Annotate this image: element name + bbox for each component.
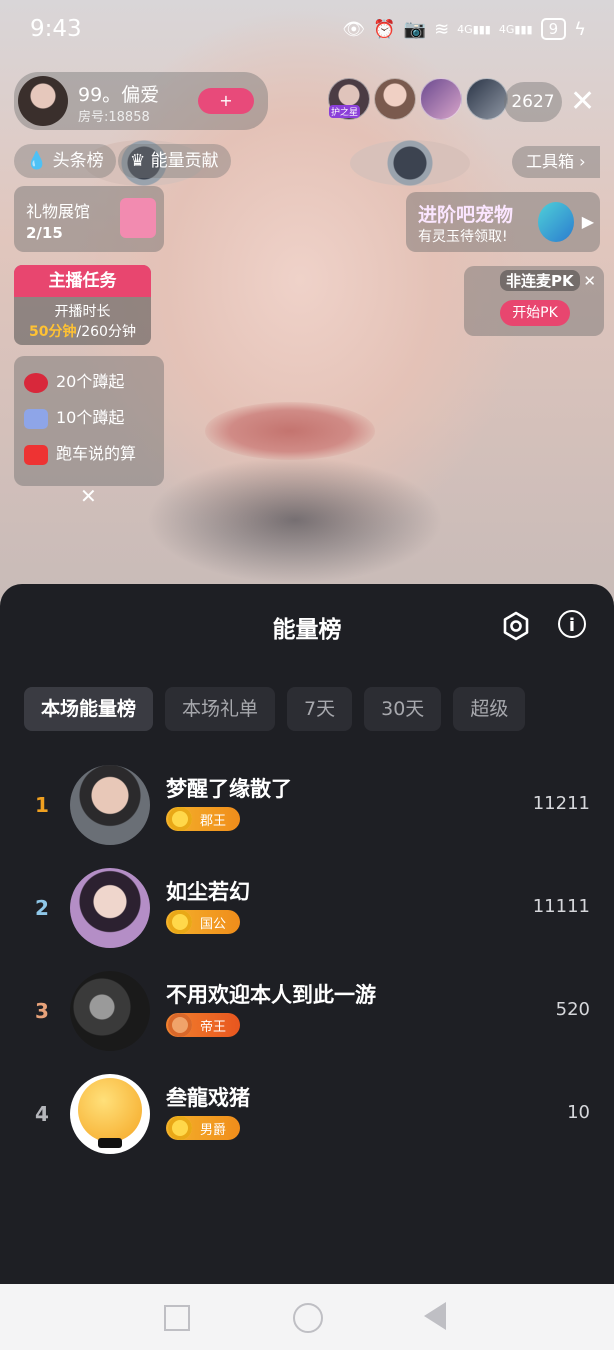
pet-promo-title: 进阶吧宠物 [418, 204, 514, 226]
rank-row[interactable]: 4 叁龍戏猪 男爵 10 [0, 1074, 614, 1164]
rank-number: 4 [35, 1102, 49, 1126]
anchor-task-card[interactable]: 主播任务 开播时长 50分钟/260分钟 [14, 265, 151, 345]
viewer-badge: 护之星 [329, 105, 361, 118]
sports-car-icon [24, 444, 48, 465]
system-nav-bar [0, 1284, 614, 1350]
signal-icon: 4G▮▮▮ [498, 22, 533, 36]
back-icon[interactable] [424, 1302, 446, 1330]
toolbox-button[interactable]: 工具箱 › [512, 146, 600, 178]
pet-promo-banner[interactable]: 进阶吧宠物 有灵玉待领取! ▶ [406, 192, 600, 252]
video-face-eye [350, 140, 470, 186]
rose-icon [24, 372, 48, 393]
energy-score: 11211 [532, 793, 590, 814]
coin-icon [168, 1116, 192, 1140]
charging-icon: ϟ [574, 18, 586, 40]
rank-badge: 郡王 [166, 807, 240, 831]
settings-hex-icon[interactable] [500, 610, 532, 642]
rank-row[interactable]: 2 如尘若幻 国公 11111 [0, 868, 614, 958]
energy-contribution-tag[interactable]: ♛ 能量贡献 [118, 144, 231, 178]
host-avatar[interactable] [18, 76, 68, 126]
gift-goal-item[interactable]: 10个蹲起 [24, 404, 124, 429]
gift-hall-card[interactable]: 礼物展馆 2/15 [14, 186, 164, 252]
bowtie-icon [98, 1138, 122, 1148]
user-name: 如尘若幻 [166, 880, 250, 904]
user-avatar[interactable] [70, 971, 150, 1051]
anchor-task-line: 开播时长 [54, 304, 111, 320]
rank-number: 2 [35, 896, 49, 920]
pet-promo-subtitle: 有灵玉待领取! [418, 229, 508, 245]
status-icons: 👁 ⏰ 📷 ≋ 4G▮▮▮ 4G▮▮▮ 9 ϟ [342, 18, 586, 40]
gift-goal-item[interactable]: 20个蹲起 [24, 368, 124, 393]
tab-30-days[interactable]: 30天 [364, 687, 442, 731]
tab-current-energy[interactable]: 本场能量榜 [24, 687, 154, 731]
rank-row[interactable]: 1 梦醒了缘散了 郡王 11211 [0, 765, 614, 855]
viewer-avatar[interactable]: 护之星 [328, 78, 370, 120]
pet-icon [538, 202, 574, 242]
tab-current-gifts[interactable]: 本场礼单 [165, 687, 276, 731]
user-avatar[interactable] [70, 1074, 150, 1154]
energy-score: 520 [555, 999, 590, 1020]
viewer-avatar[interactable] [420, 78, 462, 120]
anchor-task-progress: 50分钟/260分钟 [29, 324, 136, 340]
alarm-icon: ⏰ [373, 18, 396, 40]
user-avatar[interactable] [70, 868, 150, 948]
ranking-tabs: 本场能量榜 本场礼单 7天 30天 超级 [24, 687, 526, 731]
tab-super[interactable]: 超级 [453, 687, 526, 731]
close-gift-goals-icon[interactable]: ✕ [80, 484, 97, 508]
energy-score: 11111 [532, 896, 590, 917]
video-face-lips [205, 402, 375, 460]
start-pk-button[interactable]: 开始PK [500, 300, 570, 326]
eye-icon: 👁 [342, 18, 366, 40]
headline-rank-tag[interactable]: 💧 头条榜 [14, 144, 116, 178]
home-icon[interactable] [293, 1303, 323, 1333]
user-name: 叁龍戏猪 [166, 1086, 250, 1110]
emoji-face-icon [78, 1078, 142, 1142]
status-bar: 9:43 👁 ⏰ 📷 ≋ 4G▮▮▮ 4G▮▮▮ 9 ϟ [0, 0, 614, 62]
headline-rank-label: 头条榜 [52, 151, 104, 171]
tab-7-days[interactable]: 7天 [287, 687, 353, 731]
host-info-card[interactable]: 99。偏爱 房号:18858 + [14, 72, 268, 130]
crystal-shoe-icon [24, 408, 48, 429]
energy-ranking-sheet: 能量榜 i 本场能量榜 本场礼单 7天 30天 超级 1 梦醒了缘散了 郡王 1… [0, 584, 614, 1284]
camera-icon: 📷 [403, 18, 427, 40]
pk-title: 非连麦PK [500, 270, 580, 291]
viewer-avatars[interactable]: 护之星 [328, 78, 508, 120]
viewer-avatar[interactable] [466, 78, 508, 120]
viewer-count[interactable]: 2627 [504, 82, 562, 122]
play-arrow-icon: ▶ [581, 212, 594, 231]
room-id: 房号:18858 [78, 110, 150, 125]
wifi-icon: ≋ [434, 18, 450, 40]
rank-row[interactable]: 3 不用欢迎本人到此一游 帝王 520 [0, 971, 614, 1061]
rank-number: 1 [35, 793, 49, 817]
rank-badge: 帝王 [166, 1013, 240, 1037]
close-icon[interactable]: ✕ [570, 82, 595, 122]
close-pk-icon[interactable]: ✕ [583, 272, 596, 290]
energy-score: 10 [567, 1102, 590, 1123]
rank-number: 3 [35, 999, 49, 1023]
gift-box-icon [120, 198, 156, 238]
gift-hall-progress: 2/15 [26, 224, 63, 242]
user-name: 梦醒了缘散了 [166, 777, 292, 801]
rank-badge: 男爵 [166, 1116, 240, 1140]
info-icon[interactable]: i [558, 610, 586, 638]
user-avatar[interactable] [70, 765, 150, 845]
anchor-task-title: 主播任务 [14, 265, 151, 297]
gift-goals-list: 20个蹲起 10个蹲起 跑车说的算 [14, 356, 164, 486]
user-name: 不用欢迎本人到此一游 [166, 983, 376, 1007]
coin-icon [168, 807, 192, 831]
energy-contribution-label: 能量贡献 [150, 151, 219, 171]
battery-icon: 9 [540, 18, 567, 40]
signal-icon: 4G▮▮▮ [457, 22, 491, 36]
gift-goal-item[interactable]: 跑车说的算 [24, 440, 136, 465]
shield-badge-icon [168, 1013, 192, 1037]
host-name: 99。偏爱 [78, 84, 160, 106]
gift-hall-title: 礼物展馆 [26, 202, 91, 221]
rank-badge: 国公 [166, 910, 240, 934]
viewer-avatar[interactable] [374, 78, 416, 120]
recents-icon[interactable] [164, 1305, 190, 1331]
status-time: 9:43 [30, 16, 82, 42]
pk-card[interactable]: 非连麦PK ✕ 开始PK [464, 266, 604, 336]
coin-icon [168, 910, 192, 934]
follow-button[interactable]: + [198, 88, 254, 114]
